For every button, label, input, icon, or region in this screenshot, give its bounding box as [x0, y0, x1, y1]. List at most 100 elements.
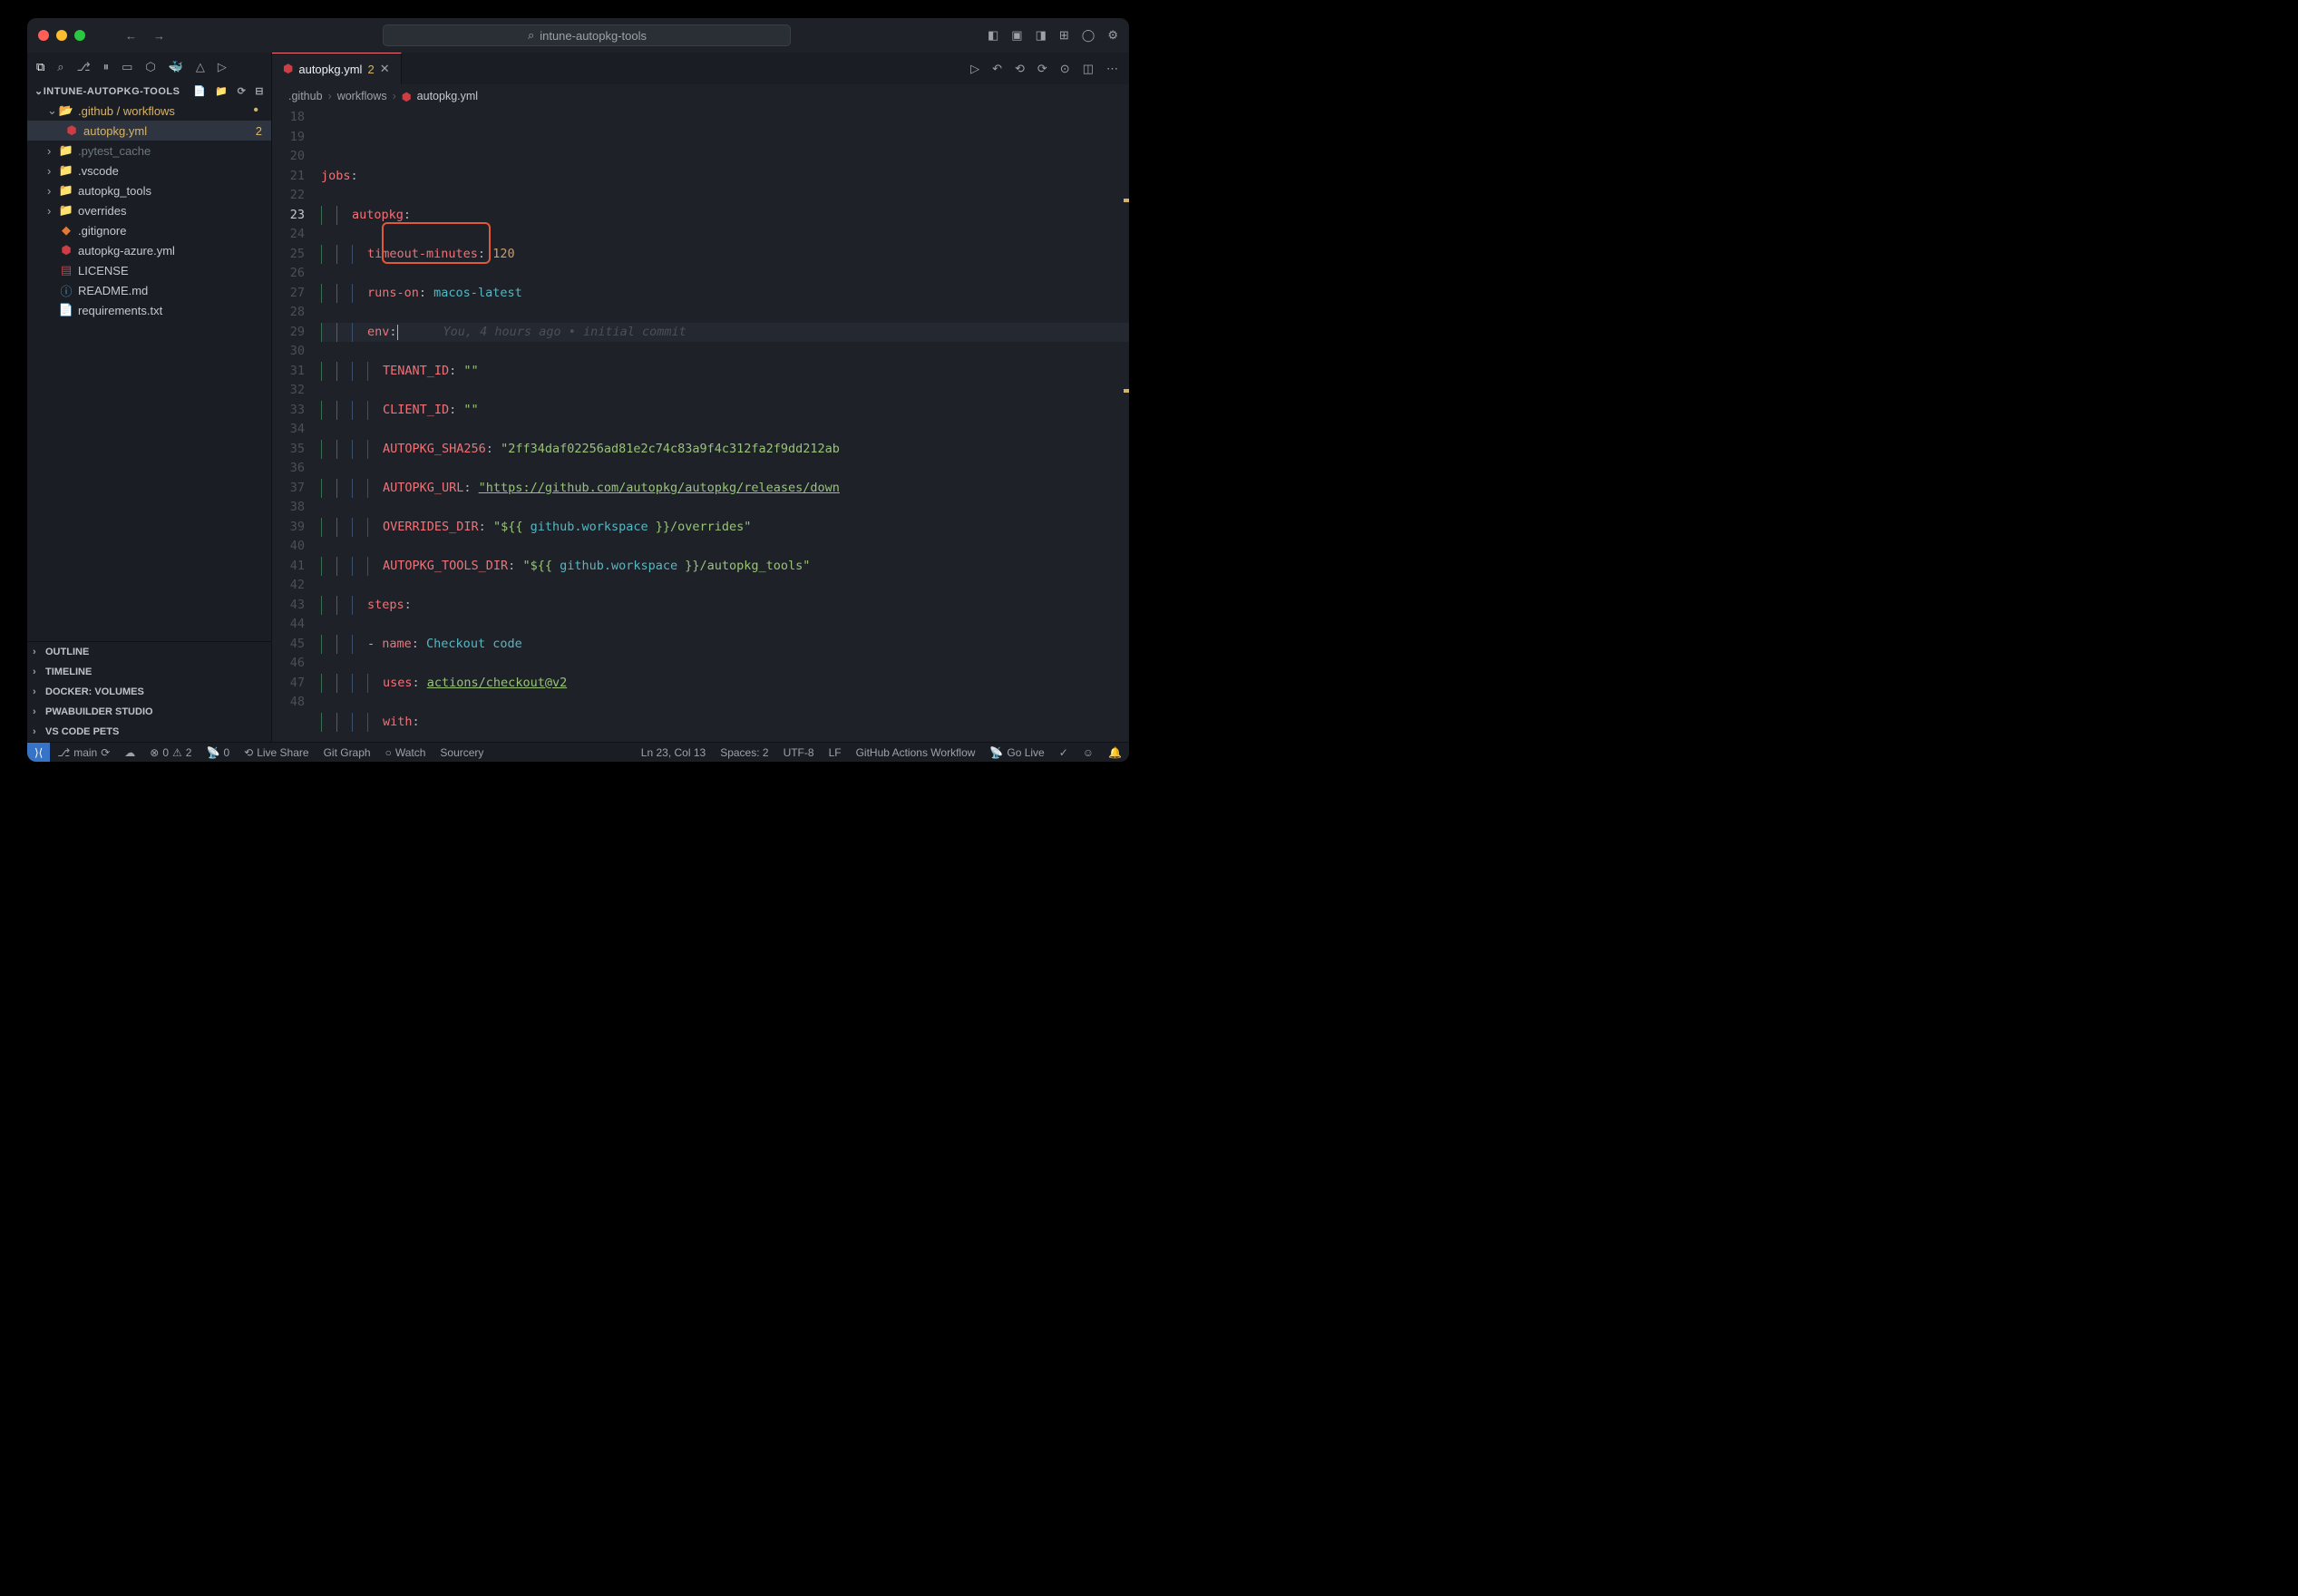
docker-icon[interactable]: 🐳 — [169, 60, 183, 74]
file-readme[interactable]: ⓘ README.md — [27, 280, 271, 300]
warning-icon[interactable]: △ — [196, 60, 205, 74]
layout-custom-icon[interactable]: ⊞ — [1059, 28, 1069, 43]
code-editor[interactable]: 1819202122 2324252627 2829303132 3334353… — [272, 108, 1129, 742]
new-file-icon[interactable]: 📄 — [193, 85, 206, 97]
folder-pytest-cache[interactable]: › 📁 .pytest_cache — [27, 141, 271, 161]
layout-panel-icon[interactable]: ▣ — [1011, 28, 1022, 43]
folder-icon: 📁 — [58, 143, 74, 158]
panel-pets[interactable]: ›VS CODE PETS — [27, 722, 271, 742]
prettier-icon[interactable]: ✓ — [1052, 746, 1076, 759]
layout-primary-icon[interactable]: ◧ — [988, 28, 998, 43]
source-control-icon[interactable]: ⎇ — [77, 60, 91, 74]
file-label: autopkg.yml — [83, 124, 147, 138]
folder-icon: 📁 — [58, 183, 74, 198]
minimize-window[interactable] — [56, 30, 67, 41]
sync-icon: ⟳ — [101, 746, 110, 759]
hexagon-icon[interactable]: ⬡ — [145, 60, 155, 74]
encoding[interactable]: UTF-8 — [776, 746, 822, 759]
search-text: intune-autopkg-tools — [540, 29, 647, 43]
problems[interactable]: ⊗0 ⚠2 — [142, 746, 199, 759]
new-folder-icon[interactable]: 📁 — [215, 85, 228, 97]
indent[interactable]: Spaces: 2 — [713, 746, 775, 759]
nav-back[interactable]: ← — [125, 29, 137, 43]
folder-overrides[interactable]: › 📁 overrides — [27, 200, 271, 220]
circle-icon: ○ — [385, 746, 392, 759]
folder-github-workflows[interactable]: ⌄ 📂 .github / workflows • — [27, 101, 271, 121]
command-center[interactable]: ⌕ intune-autopkg-tools — [383, 24, 791, 46]
breadcrumb[interactable]: .github › workflows › ⬢ autopkg.yml — [272, 84, 1129, 108]
panel-outline[interactable]: ›OUTLINE — [27, 642, 271, 662]
code-content[interactable]: jobs: autopkg: timeout-minutes: 120 runs… — [321, 108, 1129, 742]
diff-next-icon[interactable]: ⟳ — [1037, 62, 1047, 76]
chevron-down-icon: ⌄ — [34, 85, 44, 97]
breadcrumb-seg[interactable]: workflows — [337, 90, 387, 102]
eol[interactable]: LF — [822, 746, 849, 759]
file-autopkg-yml[interactable]: ⬢ autopkg.yml 2 — [27, 121, 271, 141]
tab-filename: autopkg.yml — [298, 63, 362, 76]
tab-close-icon[interactable]: ✕ — [380, 62, 390, 76]
file-label: .gitignore — [78, 224, 126, 238]
file-label: README.md — [78, 284, 148, 297]
liveshare[interactable]: ⟲Live Share — [237, 746, 316, 759]
folder-label: .vscode — [78, 164, 119, 178]
sourcery[interactable]: Sourcery — [433, 746, 491, 759]
folder-autopkg-tools[interactable]: › 📁 autopkg_tools — [27, 180, 271, 200]
collapse-icon[interactable]: ⊟ — [255, 85, 264, 97]
golive[interactable]: 📡Go Live — [982, 746, 1051, 759]
branch-icon: ⎇ — [57, 746, 70, 759]
chevron-right-icon: › — [47, 184, 58, 198]
nav-forward[interactable]: → — [153, 29, 165, 43]
editor-area: ⬢ autopkg.yml 2 ✕ ▷ ↶ ⟲ ⟳ ⊙ ◫ ⋯ .github … — [272, 53, 1129, 742]
editor-tabs: ⬢ autopkg.yml 2 ✕ ▷ ↶ ⟲ ⟳ ⊙ ◫ ⋯ — [272, 53, 1129, 84]
fullscreen-window[interactable] — [74, 30, 85, 41]
yaml-icon: ⬢ — [63, 123, 80, 138]
watch[interactable]: ○Watch — [378, 746, 433, 759]
account-icon[interactable]: ◯ — [1082, 28, 1095, 43]
refresh-icon[interactable]: ⟳ — [238, 85, 247, 97]
compare-icon[interactable]: ⊙ — [1060, 62, 1070, 76]
folder-label: .github / workflows — [78, 104, 175, 118]
error-icon: ⊗ — [150, 746, 159, 759]
gitgraph[interactable]: Git Graph — [316, 746, 378, 759]
breadcrumb-file[interactable]: autopkg.yml — [417, 90, 478, 102]
explorer-header[interactable]: ⌄ INTUNE-AUTOPKG-TOOLS 📄 📁 ⟳ ⊟ — [27, 82, 271, 101]
explorer-icon[interactable]: ⧉ — [36, 60, 44, 74]
cloud-icon[interactable]: ☁ — [117, 746, 142, 759]
vscode-window: ← → ⌕ intune-autopkg-tools ◧ ▣ ◨ ⊞ ◯ ⚙ ⧉… — [27, 18, 1129, 762]
file-label: autopkg-azure.yml — [78, 244, 175, 258]
more-icon[interactable]: ⋯ — [1106, 62, 1118, 76]
tab-autopkg-yml[interactable]: ⬢ autopkg.yml 2 ✕ — [272, 53, 402, 84]
file-license[interactable]: ▤ LICENSE — [27, 260, 271, 280]
modified-dot-icon: • — [253, 106, 271, 115]
file-gitignore[interactable]: ◆ .gitignore — [27, 220, 271, 240]
play-run-icon[interactable]: ▷ — [218, 60, 227, 74]
breadcrumb-seg[interactable]: .github — [288, 90, 323, 102]
copilot-icon[interactable]: ☺ — [1076, 746, 1101, 759]
diff-prev-icon[interactable]: ⟲ — [1015, 62, 1025, 76]
search-icon: ⌕ — [528, 28, 534, 43]
file-badge: 2 — [256, 124, 271, 138]
close-window[interactable] — [38, 30, 49, 41]
folder-vscode[interactable]: › 📁 .vscode — [27, 161, 271, 180]
settings-gear-icon[interactable]: ⚙ — [1107, 28, 1118, 43]
remote-indicator[interactable]: ⟩⟨ — [27, 743, 50, 762]
ports[interactable]: 📡0 — [199, 746, 237, 759]
copy-icon[interactable]: ▭ — [122, 60, 132, 74]
language-mode[interactable]: GitHub Actions Workflow — [849, 746, 983, 759]
search-panel-icon[interactable]: ⌕ — [57, 60, 63, 74]
split-icon[interactable]: ◫ — [1083, 62, 1094, 76]
run-icon[interactable]: ▷ — [970, 62, 979, 76]
file-requirements[interactable]: 📄 requirements.txt — [27, 300, 271, 320]
cursor-position[interactable]: Ln 23, Col 13 — [634, 746, 713, 759]
minimap[interactable] — [1124, 108, 1129, 742]
panel-docker[interactable]: ›DOCKER: VOLUMES — [27, 682, 271, 702]
revert-icon[interactable]: ↶ — [992, 62, 1002, 76]
file-autopkg-azure[interactable]: ⬢ autopkg-azure.yml — [27, 240, 271, 260]
layout-secondary-icon[interactable]: ◨ — [1036, 28, 1047, 43]
git-branch[interactable]: ⎇main⟳ — [50, 746, 117, 759]
panel-timeline[interactable]: ›TIMELINE — [27, 662, 271, 682]
chevron-down-icon: ⌄ — [47, 103, 58, 118]
panel-pwa[interactable]: ›PWABUILDER STUDIO — [27, 702, 271, 722]
bell-icon[interactable]: 🔔 — [1101, 746, 1129, 759]
debug-pause-icon[interactable]: ⏸ — [103, 60, 110, 74]
